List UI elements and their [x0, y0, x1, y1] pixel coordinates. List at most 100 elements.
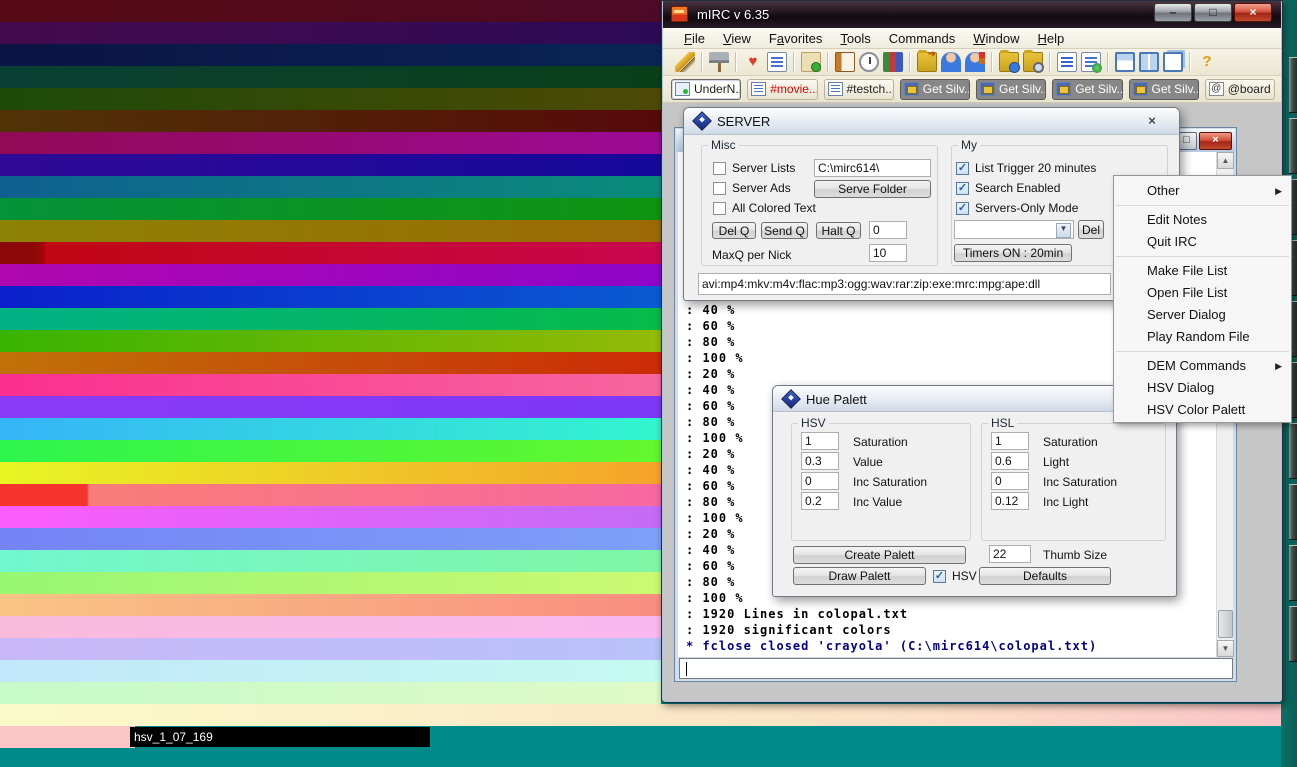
hsv-value-input[interactable] [801, 452, 839, 470]
list-trigger-checkbox[interactable]: ✓ List Trigger 20 minutes [956, 161, 1096, 175]
palette-row[interactable] [0, 418, 661, 440]
minimize-button[interactable]: – [1154, 3, 1192, 22]
palette-row[interactable] [0, 0, 661, 22]
channel-close-button[interactable]: × [1199, 132, 1232, 150]
palette-row[interactable] [0, 462, 661, 484]
servers-only-checkbox[interactable]: ✓ Servers-Only Mode [956, 201, 1078, 215]
menu-item-hsv-dialog[interactable]: HSV Dialog [1114, 377, 1291, 399]
menu-item-hsv-color-palett[interactable]: HSV Color Palett [1114, 399, 1291, 421]
menu-favorites[interactable]: Favorites [760, 31, 831, 46]
scroll-thumb[interactable] [1218, 610, 1233, 638]
checkbox-checked-icon[interactable]: ✓ [956, 182, 969, 195]
server-dialog-close-icon[interactable]: × [1137, 112, 1167, 130]
hsl-light-input[interactable] [991, 452, 1029, 470]
palette-row[interactable] [0, 242, 661, 264]
menu-window[interactable]: Window [964, 31, 1028, 46]
title-bar[interactable]: mIRC v 6.35 – □ × [663, 1, 1281, 28]
palette-row[interactable] [0, 682, 661, 704]
switchbar-button--movie-[interactable]: #movie... [747, 79, 817, 100]
close-button[interactable]: × [1234, 3, 1272, 22]
palette-row[interactable] [0, 484, 661, 506]
serve-folder-button[interactable]: Serve Folder [814, 180, 931, 198]
help-icon[interactable]: ? [1197, 52, 1217, 72]
palette-row[interactable] [0, 176, 661, 198]
del-q-button[interactable]: Del Q [712, 222, 756, 239]
url-list-icon[interactable] [1081, 52, 1101, 72]
palette-row[interactable] [0, 528, 661, 550]
checkbox-icon[interactable] [713, 162, 726, 175]
palette-row[interactable] [0, 638, 661, 660]
menu-item-quit-irc[interactable]: Quit IRC [1114, 231, 1291, 253]
palette-row[interactable] [0, 396, 661, 418]
server-lists-checkbox[interactable]: Server Lists [713, 161, 795, 175]
draw-palett-button[interactable]: Draw Palett [793, 567, 926, 585]
tile-vertical-icon[interactable] [1139, 52, 1159, 72]
hsv-saturation-input[interactable] [801, 432, 839, 450]
address-book-icon[interactable] [835, 52, 855, 72]
hsv-checkbox[interactable]: ✓ HSV [933, 569, 977, 583]
search-enabled-checkbox[interactable]: ✓ Search Enabled [956, 181, 1060, 195]
palette-row[interactable] [0, 506, 661, 528]
palette-row[interactable] [0, 44, 661, 66]
folder-user-icon[interactable] [999, 52, 1019, 72]
checkbox-checked-icon[interactable]: ✓ [956, 162, 969, 175]
palette-row[interactable] [0, 132, 661, 154]
switchbar-button-get-silv-[interactable]: Get Silv... [1129, 79, 1199, 100]
palette-row[interactable] [0, 286, 661, 308]
switchbar-button-get-silv-[interactable]: Get Silv... [976, 79, 1046, 100]
checkbox-icon[interactable] [713, 202, 726, 215]
notify-icon[interactable] [965, 52, 985, 72]
scroll-up-icon[interactable]: ▲ [1217, 152, 1234, 169]
thumb-size-input[interactable] [989, 545, 1031, 563]
q-count-input[interactable] [869, 221, 907, 239]
send-q-button[interactable]: Send Q [761, 222, 808, 239]
palette-row[interactable] [0, 440, 661, 462]
palette-row[interactable] [0, 726, 135, 748]
maximize-button[interactable]: □ [1194, 3, 1232, 22]
palette-row[interactable] [0, 594, 661, 616]
hsv-inc-value-input[interactable] [801, 492, 839, 510]
palette-row[interactable] [0, 572, 661, 594]
hsv-inc-saturation-input[interactable] [801, 472, 839, 490]
timer-icon[interactable] [859, 52, 879, 72]
menu-commands[interactable]: Commands [880, 31, 964, 46]
checkbox-icon[interactable] [713, 182, 726, 195]
chat-icon[interactable] [941, 52, 961, 72]
menu-item-play-random-file[interactable]: Play Random File [1114, 326, 1291, 348]
server-ads-checkbox[interactable]: Server Ads [713, 181, 791, 195]
switchbar-button--testch-[interactable]: #testch... [824, 79, 894, 100]
scroll-down-icon[interactable]: ▼ [1217, 640, 1234, 657]
palette-row[interactable] [0, 308, 661, 330]
timers-button[interactable]: Timers ON : 20min [954, 244, 1072, 262]
palette-row[interactable] [0, 22, 661, 44]
palette-row[interactable] [0, 264, 661, 286]
menu-item-make-file-list[interactable]: Make File List [1114, 260, 1291, 282]
folder-search-icon[interactable] [1023, 52, 1043, 72]
connect-icon[interactable] [675, 52, 695, 72]
defaults-button[interactable]: Defaults [979, 567, 1111, 585]
menu-file[interactable]: File [675, 31, 714, 46]
palette-row[interactable] [0, 352, 661, 374]
options-icon[interactable] [709, 52, 729, 72]
palette-row[interactable] [0, 616, 661, 638]
help-books-icon[interactable] [883, 52, 903, 72]
script-editor-icon[interactable] [801, 52, 821, 72]
checkbox-checked-icon[interactable]: ✓ [956, 202, 969, 215]
maxq-input[interactable] [869, 244, 907, 262]
channel-list-icon[interactable] [767, 52, 787, 72]
menu-item-dem-commands[interactable]: DEM Commands▶ [1114, 355, 1291, 377]
palette-row[interactable] [0, 110, 661, 132]
palette-row[interactable] [0, 154, 661, 176]
menu-tools[interactable]: Tools [831, 31, 879, 46]
server-dialog-title-bar[interactable]: SERVER × [684, 108, 1179, 135]
switchbar-button--board[interactable]: @@board [1205, 79, 1275, 100]
checkbox-checked-icon[interactable]: ✓ [933, 570, 946, 583]
menu-item-edit-notes[interactable]: Edit Notes [1114, 209, 1291, 231]
palette-row[interactable] [0, 550, 661, 572]
dcc-send-icon[interactable] [917, 52, 937, 72]
favorites-icon[interactable]: ♥ [743, 52, 763, 72]
extensions-input[interactable] [698, 273, 1111, 295]
palette-row[interactable] [0, 66, 661, 88]
tile-horizontal-icon[interactable] [1115, 52, 1135, 72]
all-colored-text-checkbox[interactable]: All Colored Text [713, 201, 816, 215]
